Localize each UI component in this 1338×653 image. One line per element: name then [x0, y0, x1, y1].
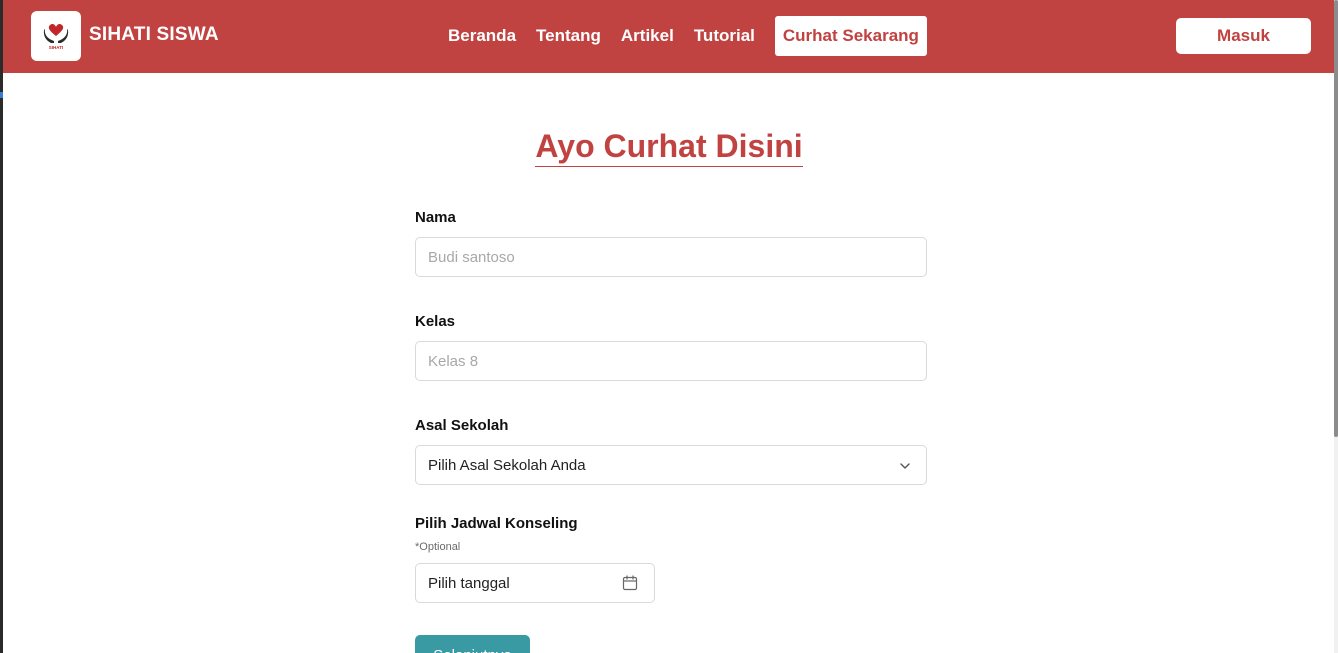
- brand-name[interactable]: SIHATI SISWA: [89, 24, 219, 46]
- nav-links: Beranda Tentang Artikel Tutorial Curhat …: [448, 16, 927, 56]
- navbar: SIHATI SIHATI SISWA Beranda Tentang Arti…: [3, 0, 1334, 73]
- title-wrapper: Ayo Curhat Disini: [0, 128, 1338, 167]
- page-title: Ayo Curhat Disini: [535, 128, 803, 167]
- kelas-label: Kelas: [415, 313, 456, 330]
- next-button[interactable]: Selanjutnya: [415, 635, 530, 653]
- jadwal-label: Pilih Jadwal Konseling: [415, 515, 578, 532]
- sekolah-select[interactable]: Pilih Asal Sekolah Anda: [415, 445, 927, 485]
- curhat-sekarang-button[interactable]: Curhat Sekarang: [774, 16, 927, 56]
- chevron-down-icon: [900, 463, 910, 469]
- app-window: SIHATI SIHATI SISWA Beranda Tentang Arti…: [0, 0, 1338, 653]
- nav-link-tentang[interactable]: Tentang: [536, 26, 601, 46]
- date-picker[interactable]: Pilih tanggal: [415, 563, 655, 603]
- nama-label: Nama: [415, 209, 456, 226]
- window-edge-marker: [0, 92, 3, 98]
- logo[interactable]: SIHATI: [31, 11, 81, 61]
- nav-link-beranda[interactable]: Beranda: [448, 26, 516, 46]
- date-picker-value: Pilih tanggal: [428, 574, 510, 592]
- heart-hands-logo-icon: SIHATI: [43, 23, 69, 50]
- calendar-icon: [622, 575, 638, 591]
- login-button[interactable]: Masuk: [1176, 18, 1311, 54]
- sekolah-label: Asal Sekolah: [415, 417, 509, 434]
- nav-link-artikel[interactable]: Artikel: [621, 26, 674, 46]
- optional-note: *Optional: [415, 541, 461, 553]
- kelas-input[interactable]: [415, 341, 927, 381]
- nama-input[interactable]: [415, 237, 927, 277]
- nav-link-tutorial[interactable]: Tutorial: [694, 26, 755, 46]
- sekolah-select-value: Pilih Asal Sekolah Anda: [428, 456, 586, 474]
- scrollbar-track[interactable]: [1334, 0, 1338, 653]
- scrollbar-thumb[interactable]: [1334, 0, 1338, 437]
- svg-text:SIHATI: SIHATI: [49, 45, 63, 50]
